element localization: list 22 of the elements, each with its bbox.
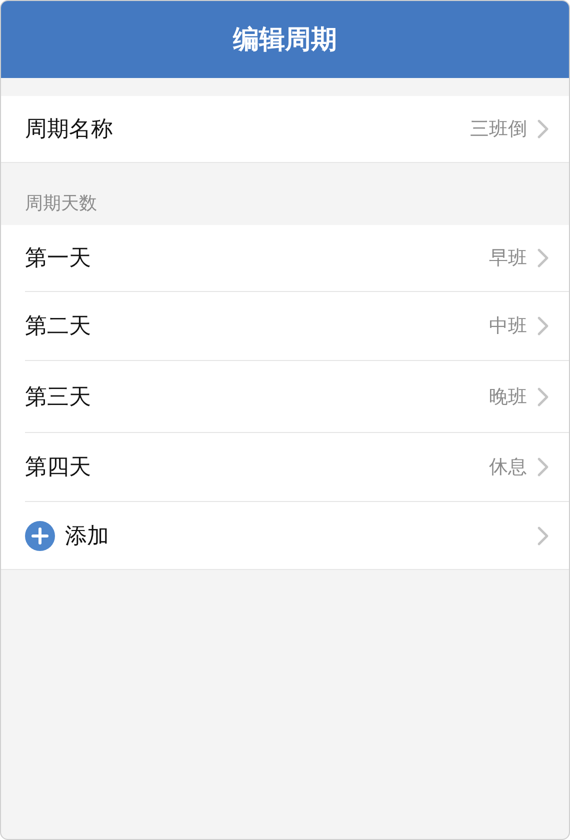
chevron-icon — [537, 457, 549, 477]
page-title: 编辑周期 — [233, 24, 337, 57]
chevron-icon — [537, 119, 549, 139]
row-label: 第一天 — [25, 245, 91, 273]
row-label: 周期名称 — [25, 116, 113, 144]
chevron-icon — [537, 316, 549, 336]
list-row[interactable]: 添加 — [1, 502, 569, 569]
list-row[interactable]: 周期名称 三班倒 — [1, 96, 569, 162]
chevron-icon — [537, 248, 549, 268]
row-value: 早班 — [489, 246, 527, 271]
row-value: 三班倒 — [470, 117, 527, 142]
section-title: 周期天数 — [25, 192, 97, 215]
row-value: 中班 — [489, 314, 527, 339]
row-label: 添加 — [65, 522, 109, 550]
row-label: 第三天 — [25, 384, 91, 412]
chevron-icon — [537, 526, 549, 546]
row-label: 第二天 — [25, 313, 91, 341]
add-icon — [25, 520, 55, 550]
row-value: 晚班 — [489, 384, 527, 410]
row-label: 第四天 — [25, 454, 91, 482]
row-value: 休息 — [489, 455, 527, 480]
chevron-icon — [537, 386, 549, 406]
